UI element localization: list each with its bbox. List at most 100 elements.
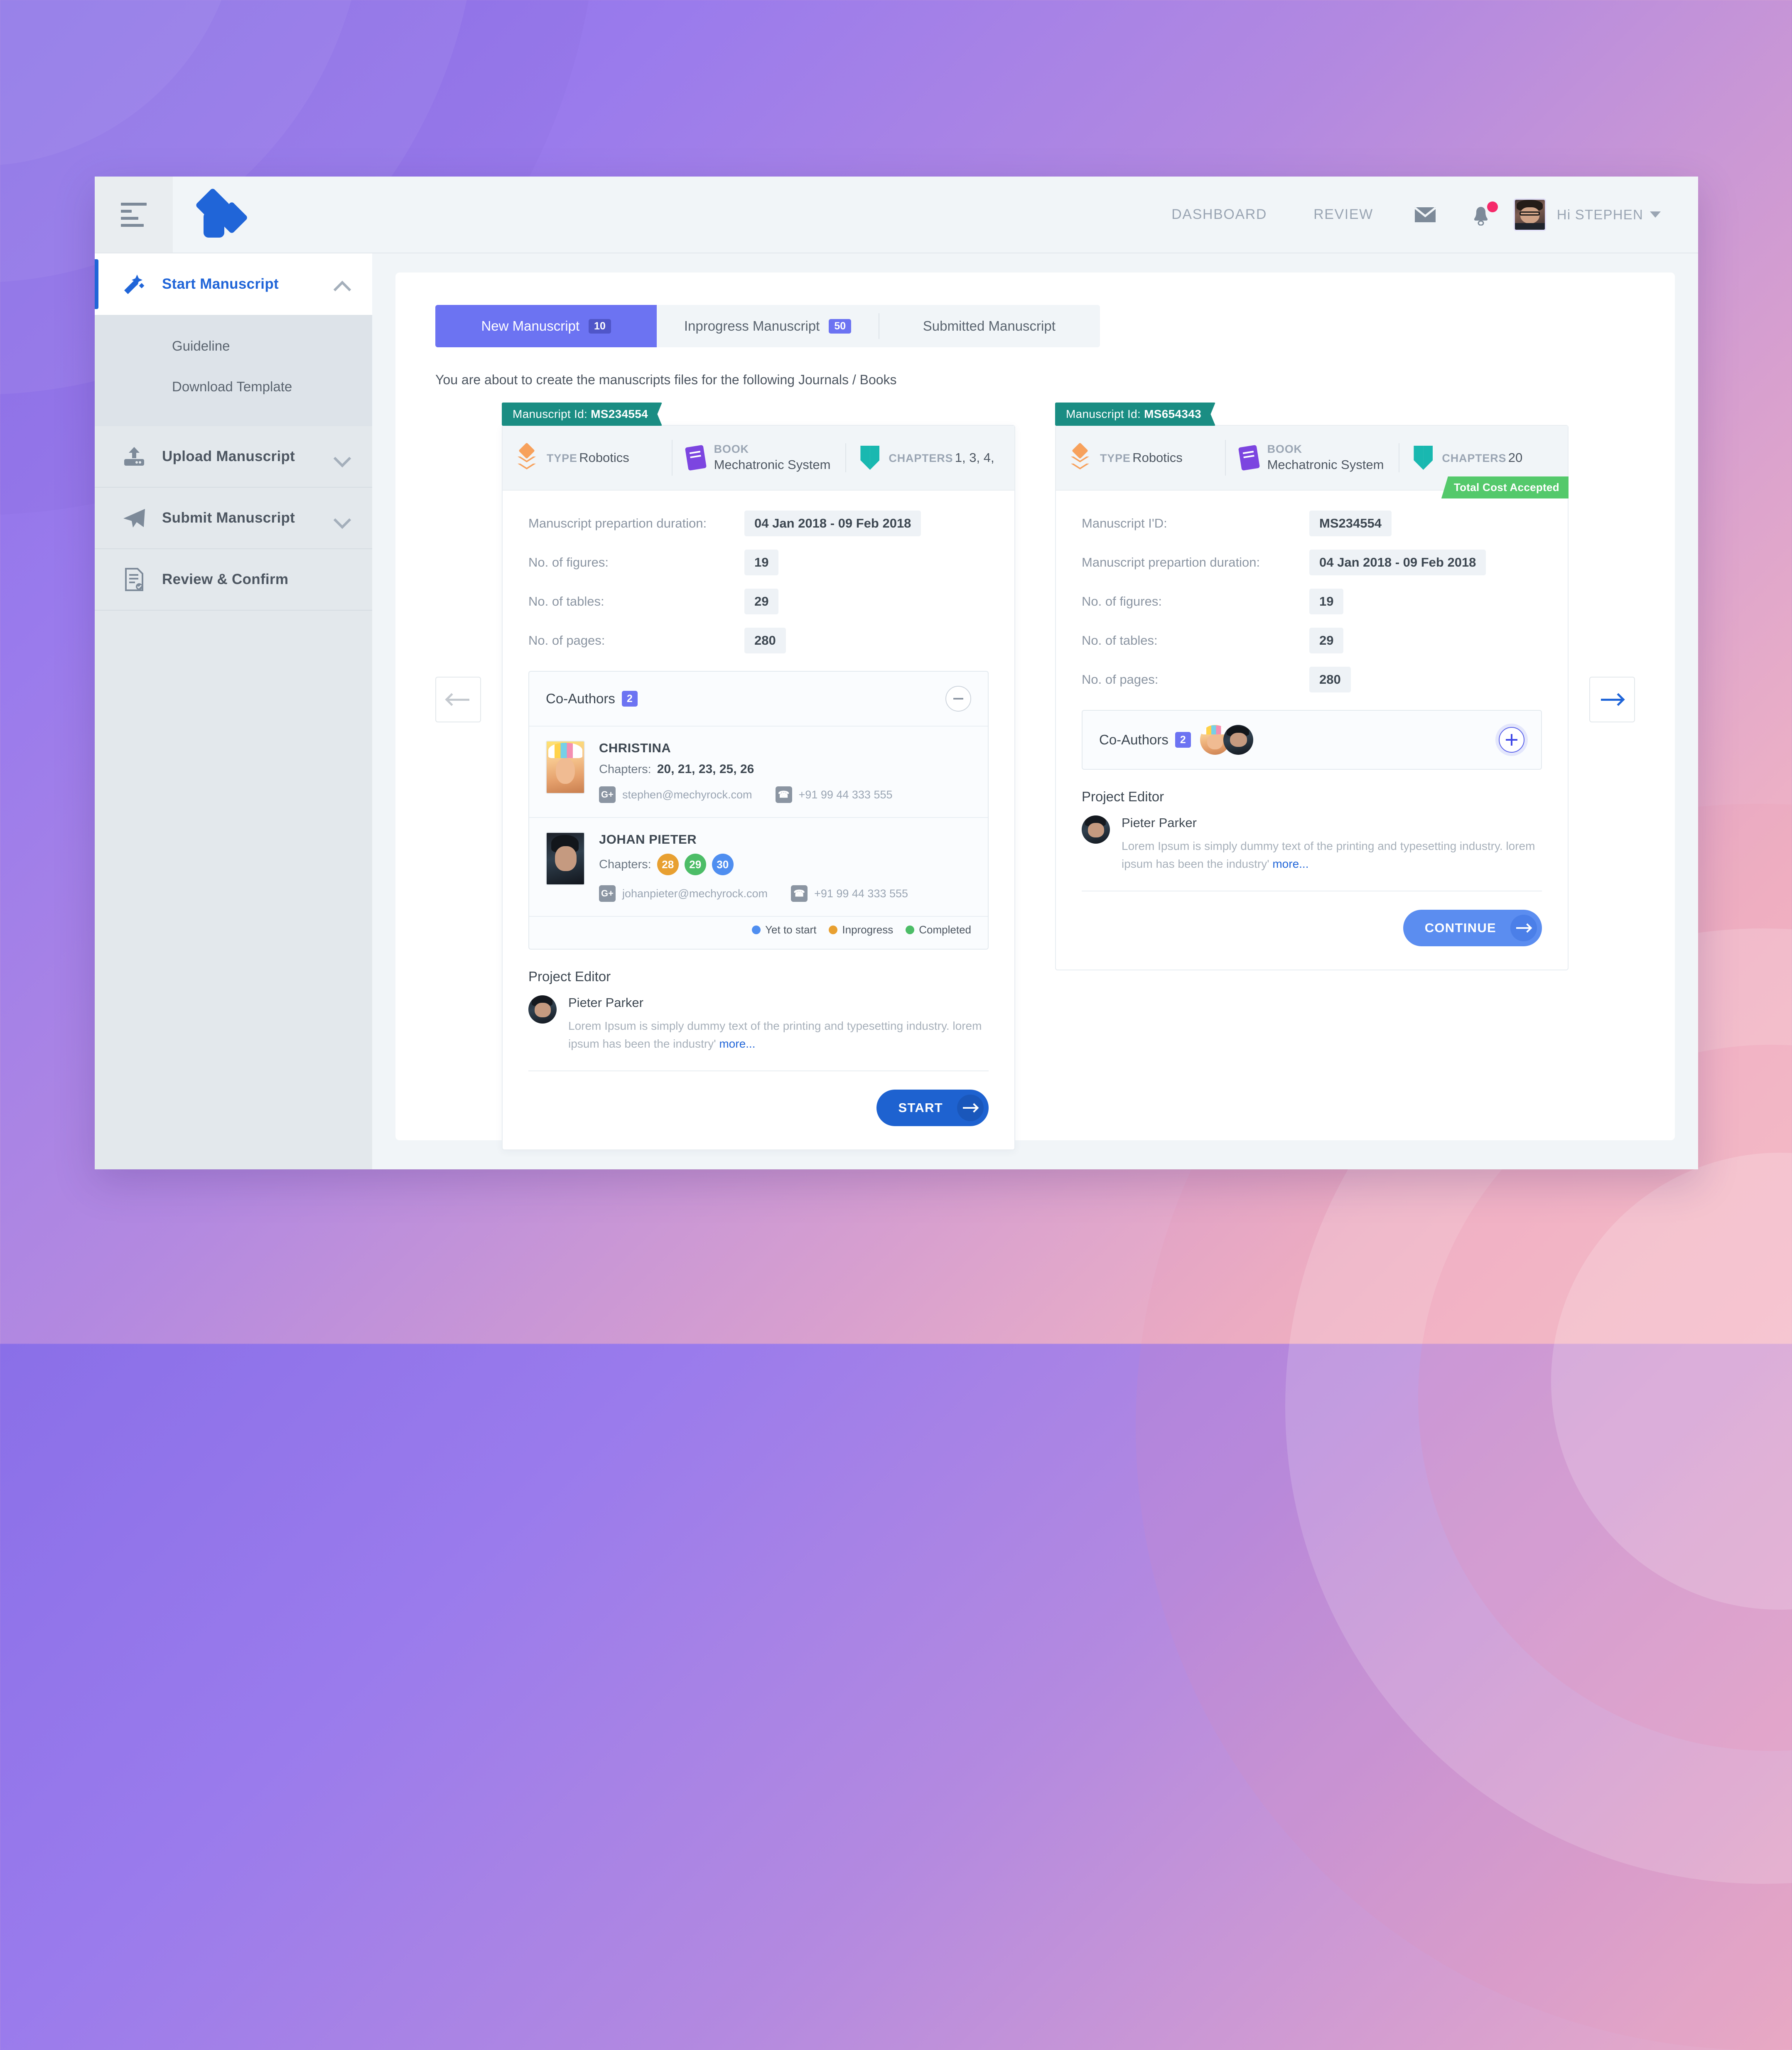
coauthor-phone[interactable]: +91 99 44 333 555 [799, 788, 893, 801]
menu-toggle-button[interactable] [95, 177, 173, 253]
tab-new-manuscript[interactable]: New Manuscript 10 [435, 305, 657, 347]
continue-button-label: CONTINUE [1424, 920, 1496, 935]
legend-label: Completed [919, 923, 971, 936]
meta-type: TYPE Robotics [1056, 442, 1225, 471]
chapters-icon [1414, 446, 1433, 470]
coauthor-email[interactable]: johanpieter@mechyrock.com [622, 887, 768, 900]
manuscript-tabs: New Manuscript 10 Inprogress Manuscript … [435, 305, 1100, 347]
nav-link-dashboard[interactable]: DASHBOARD [1148, 206, 1290, 223]
minus-circle-icon[interactable] [945, 686, 971, 712]
chapters-icon [860, 446, 879, 470]
more-link[interactable]: more... [1272, 857, 1308, 870]
phone-icon[interactable]: ☎ [775, 786, 792, 803]
field-value[interactable]: 04 Jan 2018 - 09 Feb 2018 [744, 511, 921, 537]
coauthor-phone[interactable]: +91 99 44 333 555 [814, 887, 908, 900]
field-value[interactable]: 29 [744, 589, 779, 615]
legend-label: Inprogress [842, 923, 894, 936]
field-value[interactable]: 19 [744, 550, 779, 576]
status-legend: Yet to start Inprogress Completed [529, 917, 988, 949]
field-row: No. of pages: 280 [528, 628, 989, 654]
field-value[interactable]: MS234554 [1309, 511, 1392, 537]
phone-icon[interactable]: ☎ [791, 885, 808, 902]
user-avatar[interactable] [1513, 198, 1546, 231]
start-button-label: START [898, 1100, 943, 1115]
sidebar-item-label: Start Manuscript [162, 276, 279, 292]
manuscript-card-left: Manuscript Id: MS234554 TYPE Robotics BO… [502, 403, 1015, 1150]
carousel-prev-button[interactable] [435, 677, 481, 722]
mail-button[interactable] [1397, 206, 1454, 223]
project-editor-name: Pieter Parker [568, 995, 643, 1010]
project-editor-block: Project Editor Pieter Parker Lorem Ipsum… [528, 969, 989, 1053]
field-label: No. of tables: [528, 594, 604, 609]
legend-item: Completed [906, 923, 971, 936]
plus-circle-icon[interactable] [1499, 727, 1524, 753]
chevron-up-icon[interactable] [335, 280, 349, 288]
coauthor-avatar-stack [1200, 725, 1253, 755]
sidebar-item-upload-manuscript[interactable]: Upload Manuscript [95, 426, 372, 488]
coauthors-title: Co-Authors [1099, 732, 1168, 748]
field-value[interactable]: 280 [744, 628, 786, 654]
sidebar-item-guideline[interactable]: Guideline [95, 326, 372, 366]
project-editor-block: Project Editor Pieter Parker Lorem Ipsum… [1082, 789, 1542, 873]
layers-icon [1071, 442, 1091, 471]
continue-button[interactable]: CONTINUE [1403, 909, 1542, 946]
coauthor-email[interactable]: stephen@mechyrock.com [622, 788, 752, 801]
coauthor-row: JOHAN PIETER Chapters: 28 29 30 G+ johan… [529, 818, 988, 917]
google-plus-icon[interactable]: G+ [599, 786, 616, 803]
start-button[interactable]: START [876, 1089, 989, 1126]
sidebar-item-start-manuscript[interactable]: Start Manuscript [95, 253, 372, 315]
tab-inprogress-manuscript[interactable]: Inprogress Manuscript 50 [657, 305, 878, 347]
field-label: Manuscript I'D: [1082, 516, 1167, 531]
manuscript-id-tag: Manuscript Id: MS234554 [502, 403, 662, 426]
book-icon [685, 444, 707, 471]
chevron-down-icon[interactable] [335, 514, 349, 522]
tab-submitted-manuscript[interactable]: Submitted Manuscript [878, 305, 1100, 347]
sidebar-item-review-confirm[interactable]: Review & Confirm [95, 549, 372, 611]
legend-item: Yet to start [752, 923, 816, 936]
coauthor-row: CHRISTINA Chapters: 20, 21, 23, 25, 26 G… [529, 727, 988, 818]
chapter-chip[interactable]: 28 [657, 854, 679, 876]
coauthors-collapsed-panel[interactable]: Co-Authors 2 [1082, 710, 1542, 770]
total-cost-accepted-badge: Total Cost Accepted [1441, 476, 1569, 499]
tab-label: Inprogress Manuscript [684, 318, 820, 334]
more-link[interactable]: more... [719, 1037, 755, 1050]
field-row: No. of figures: 19 [1082, 589, 1542, 615]
meta-chapters: CHAPTERS 1, 3, 4, [845, 443, 1014, 473]
field-value[interactable]: 19 [1309, 589, 1344, 615]
project-editor-avatar [528, 995, 557, 1024]
user-greeting[interactable]: Hi STEPHEN [1557, 207, 1643, 223]
field-label: No. of figures: [1082, 594, 1162, 609]
chapter-chip[interactable]: 29 [684, 854, 706, 876]
sidebar-item-download-template[interactable]: Download Template [95, 366, 372, 407]
sidebar-item-submit-manuscript[interactable]: Submit Manuscript [95, 488, 372, 549]
nav-link-review[interactable]: REVIEW [1290, 206, 1397, 223]
google-plus-icon[interactable]: G+ [599, 885, 616, 902]
arrow-right-icon [1510, 914, 1537, 941]
app-logo-icon[interactable] [195, 187, 248, 238]
chevron-down-icon[interactable] [1650, 211, 1661, 218]
field-value[interactable]: 29 [1309, 628, 1344, 654]
meta-book: BOOK Mechatronic System [671, 439, 846, 476]
meta-label: CHAPTERS [889, 452, 953, 464]
document-check-icon [120, 567, 148, 592]
coauthor-chapters-label: Chapters: [599, 857, 651, 871]
chevron-down-icon[interactable] [335, 452, 349, 461]
field-value[interactable]: 280 [1309, 667, 1351, 693]
meta-value: Robotics [1132, 450, 1183, 465]
tab-label: New Manuscript [481, 318, 580, 334]
book-icon [1238, 444, 1260, 471]
field-label: No. of pages: [1082, 672, 1159, 687]
notifications-button[interactable] [1454, 201, 1508, 226]
arrow-right-icon [1601, 693, 1625, 706]
chapter-chip[interactable]: 30 [712, 854, 734, 876]
field-value[interactable]: 04 Jan 2018 - 09 Feb 2018 [1309, 550, 1486, 576]
field-label: Manuscript prepartion duration: [1082, 555, 1260, 570]
field-row: No. of tables: 29 [1082, 628, 1542, 654]
manuscript-id-value: MS654343 [1144, 408, 1201, 420]
field-label: No. of pages: [528, 633, 605, 648]
meta-value: Mechatronic System [714, 457, 831, 472]
app-header: DASHBOARD REVIEW Hi STEPHEN [95, 177, 1698, 253]
mail-icon [1414, 206, 1436, 223]
main-content: New Manuscript 10 Inprogress Manuscript … [372, 253, 1698, 1169]
carousel-next-button[interactable] [1589, 677, 1635, 722]
